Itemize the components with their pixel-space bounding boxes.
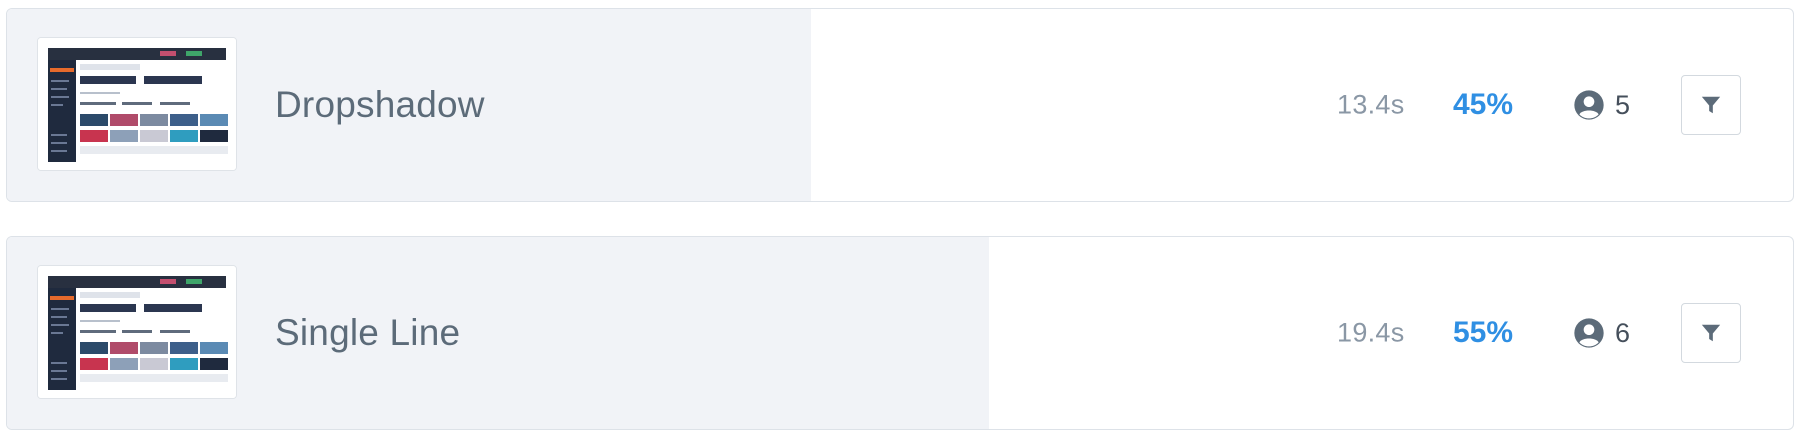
user-count: 5 xyxy=(1615,89,1631,120)
user-circle-icon xyxy=(1574,318,1604,348)
filter-button[interactable] xyxy=(1681,303,1741,363)
variant-title: Dropshadow xyxy=(275,84,485,125)
filter-button[interactable] xyxy=(1681,75,1741,135)
variant-duration: 13.4s xyxy=(1337,89,1405,120)
variant-thumbnail xyxy=(37,37,237,171)
variant-title: Single Line xyxy=(275,312,461,353)
user-circle-icon xyxy=(1574,90,1604,120)
variant-list: Dropshadow 13.4s 45% 5 Single Line 19.4s… xyxy=(0,0,1800,438)
user-count: 6 xyxy=(1615,317,1631,348)
variant-row[interactable]: Single Line 19.4s 55% 6 xyxy=(6,236,1794,430)
variant-users: 6 xyxy=(1573,317,1630,349)
variant-percent: 55% xyxy=(1453,316,1514,349)
filter-icon xyxy=(1701,96,1721,114)
variant-row[interactable]: Dropshadow 13.4s 45% 5 xyxy=(6,8,1794,202)
variant-users: 5 xyxy=(1573,89,1630,121)
filter-icon xyxy=(1701,324,1721,342)
variant-thumbnail xyxy=(37,265,237,399)
variant-percent: 45% xyxy=(1453,88,1514,121)
variant-duration: 19.4s xyxy=(1337,317,1405,348)
